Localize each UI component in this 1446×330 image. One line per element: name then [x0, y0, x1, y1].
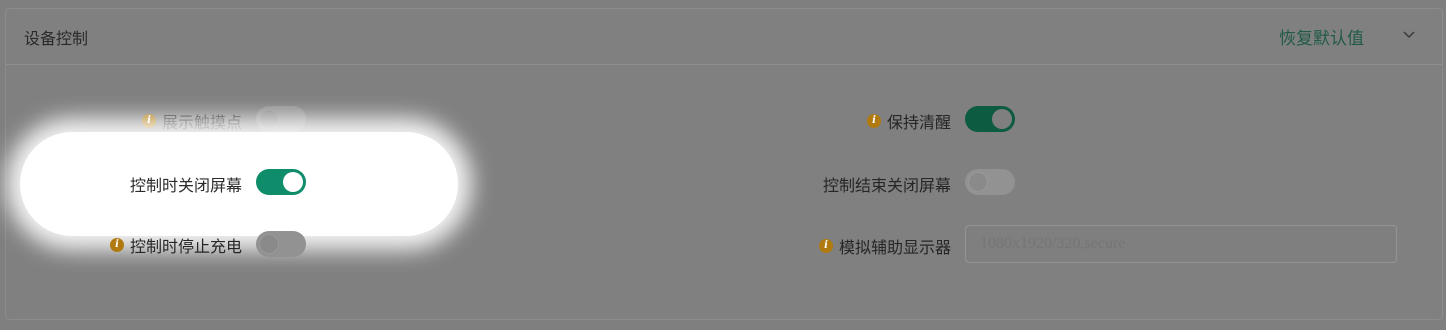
stay-awake-switch[interactable]: [965, 106, 1015, 132]
highlight-spotlight: 控制时关闭屏幕: [20, 132, 458, 236]
power-off-on-close-switch[interactable]: [965, 169, 1015, 195]
setting-row-virtual-display: i 模拟辅助显示器: [600, 230, 951, 260]
setting-label: i 展示触摸点: [141, 109, 242, 133]
info-icon[interactable]: i: [109, 238, 124, 252]
setting-label: i 模拟辅助显示器: [818, 234, 951, 258]
setting-row-power-off-on-close: 控制结束关闭屏幕: [600, 168, 951, 198]
reset-defaults-button[interactable]: 恢复默认值: [1279, 24, 1364, 49]
panel-header[interactable]: 设备控制 恢复默认值: [6, 9, 1442, 65]
chevron-down-icon[interactable]: [1402, 27, 1416, 41]
setting-label: i 保持清醒: [866, 109, 951, 133]
panel-title: 设备控制: [24, 29, 89, 48]
setting-label: 控制时关闭屏幕: [129, 176, 242, 195]
stop-charging-switch[interactable]: [256, 231, 306, 257]
info-icon[interactable]: i: [866, 114, 881, 128]
info-icon[interactable]: i: [141, 114, 156, 128]
turn-screen-off-switch[interactable]: [256, 169, 306, 195]
setting-row-show-touches: i 展示触摸点: [20, 105, 242, 135]
setting-row-stop-charging: i 控制时停止充电: [20, 229, 242, 259]
setting-label: 控制结束关闭屏幕: [822, 176, 951, 195]
info-icon[interactable]: i: [818, 239, 833, 253]
setting-label: i 控制时停止充电: [109, 233, 242, 257]
show-touches-switch[interactable]: [256, 106, 306, 132]
setting-row-stay-awake: i 保持清醒: [600, 105, 951, 135]
setting-row-turn-screen-off: 控制时关闭屏幕: [20, 168, 242, 198]
virtual-display-input[interactable]: [965, 225, 1397, 263]
